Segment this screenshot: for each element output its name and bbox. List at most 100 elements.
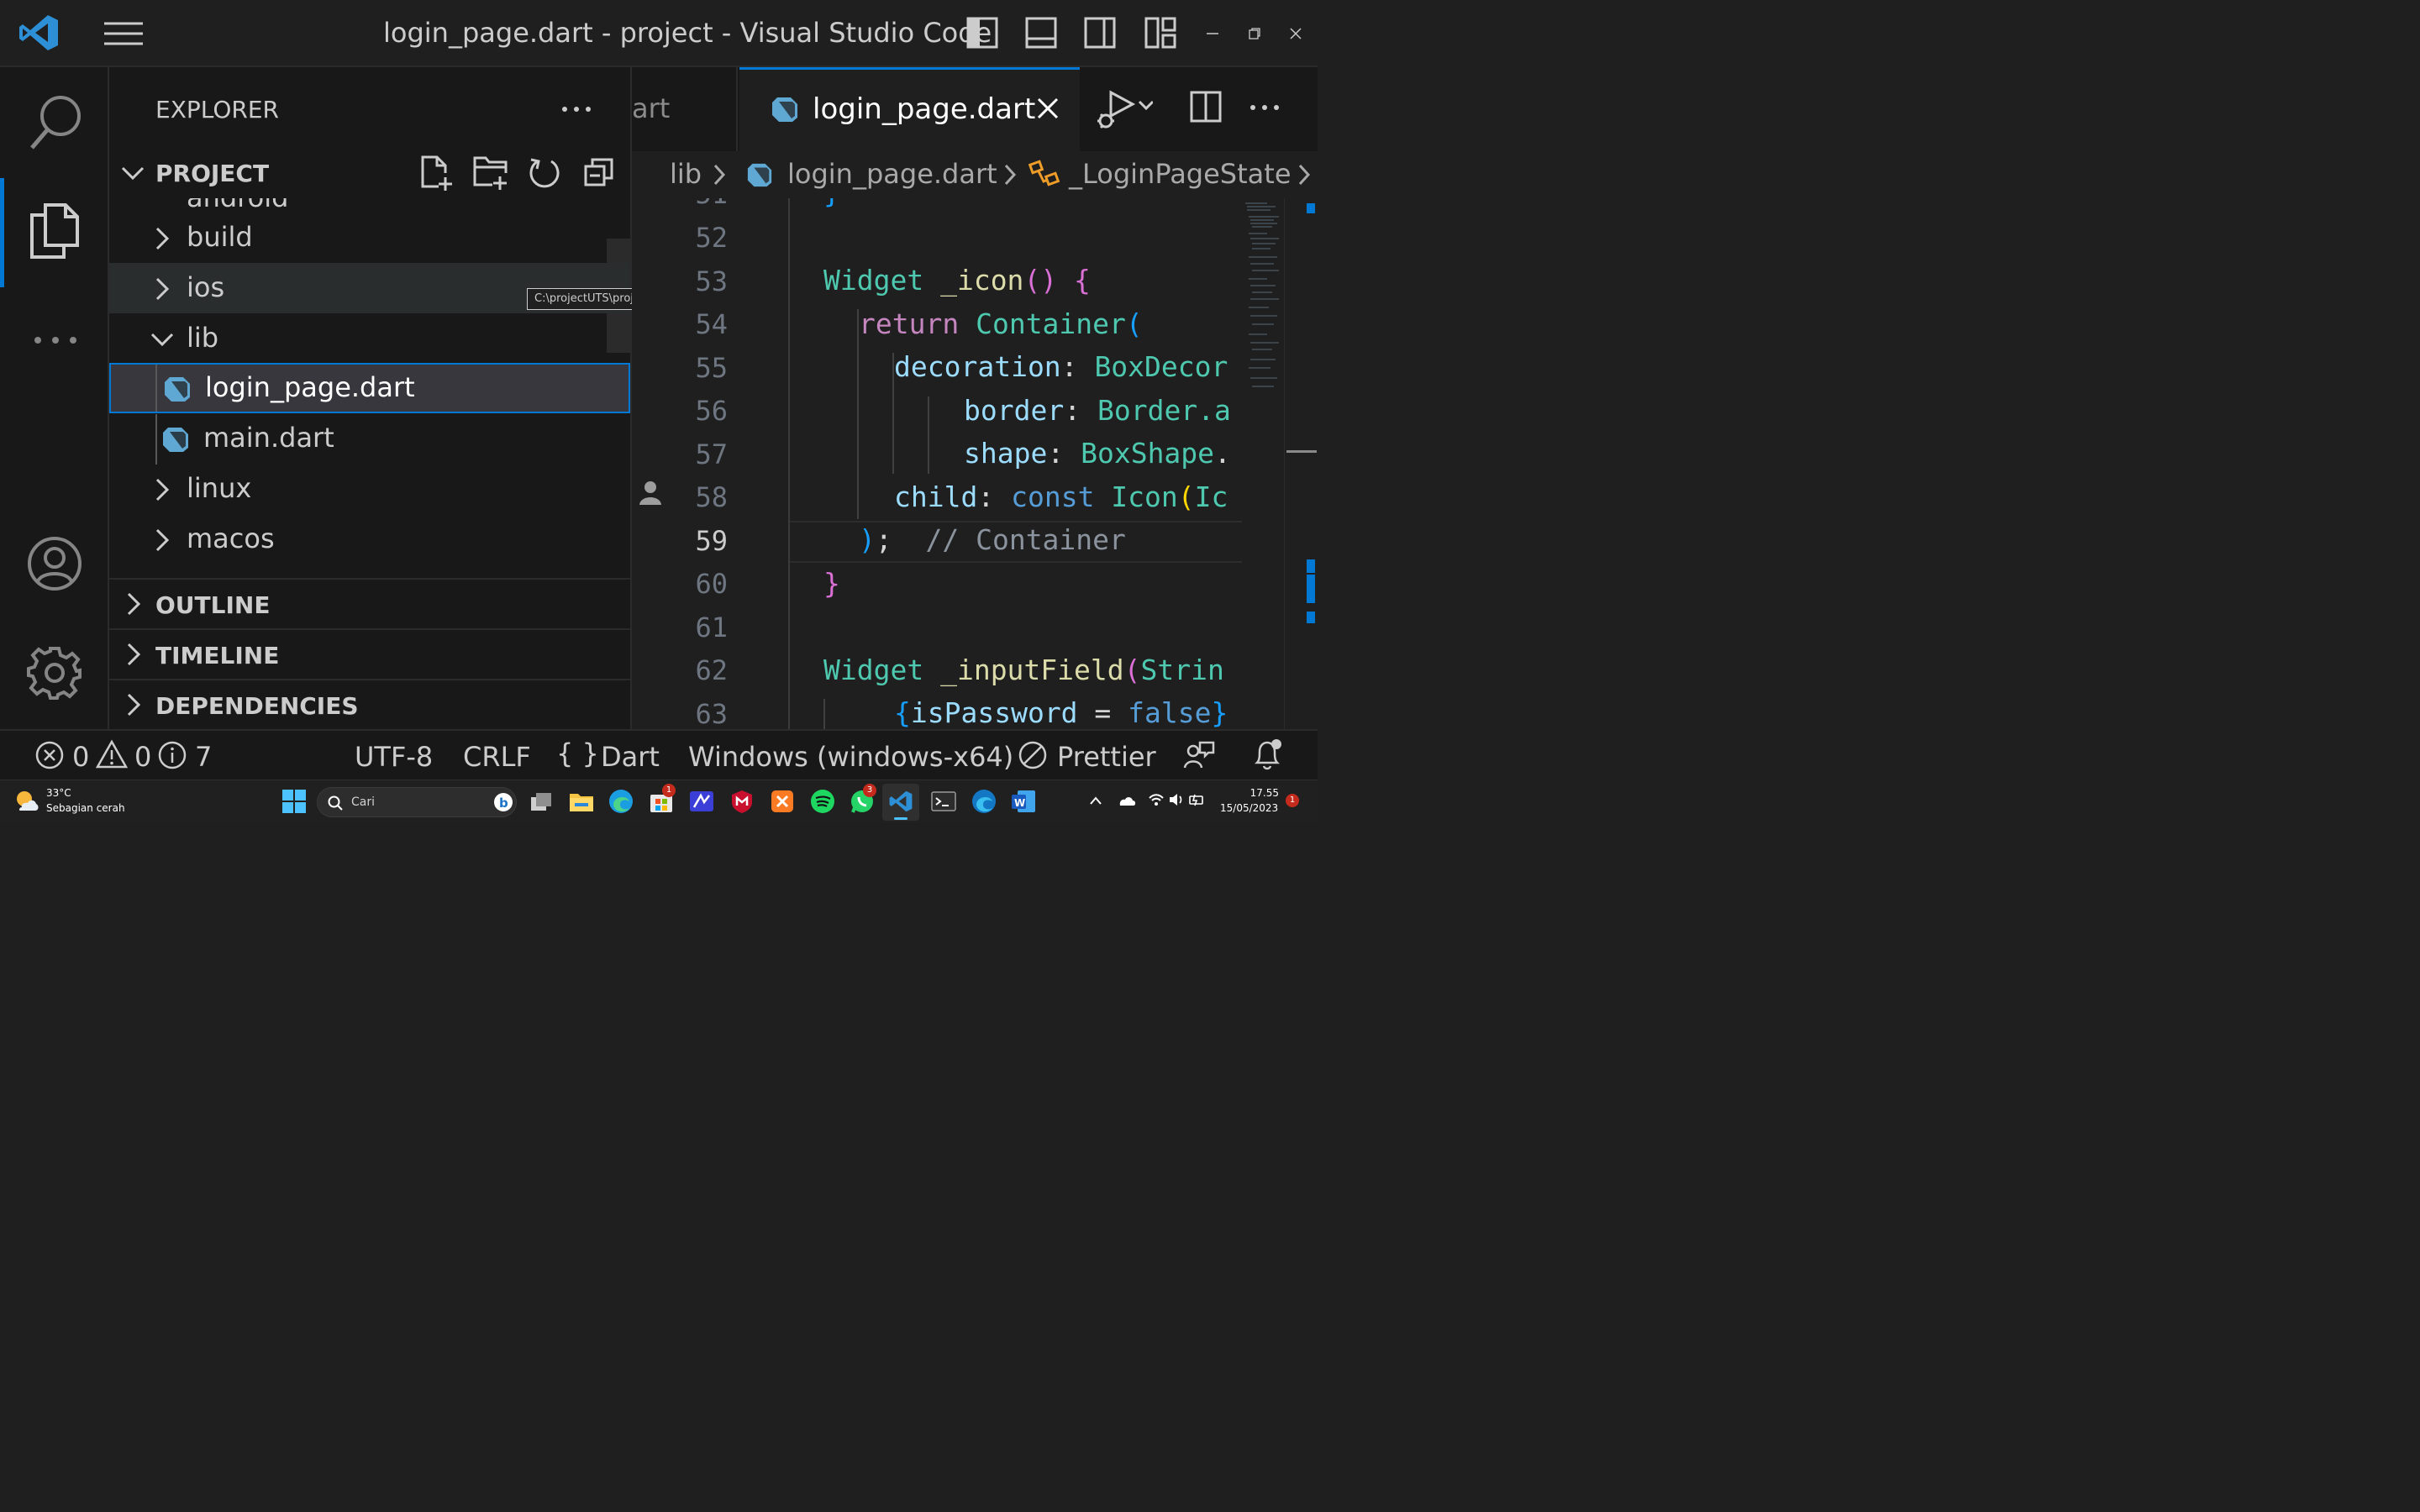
breadcrumb-item[interactable]: lib: [670, 158, 702, 190]
encoding-indicator[interactable]: UTF-8: [355, 741, 433, 773]
code-token: :: [1047, 437, 1081, 470]
close-window-icon[interactable]: [1290, 28, 1302, 39]
wifi-icon[interactable]: [1148, 792, 1165, 807]
code-token: .a: [1197, 394, 1231, 427]
code-token: Ic: [1194, 480, 1228, 513]
toggle-panel-icon[interactable]: [1025, 17, 1057, 49]
explorer-more-icon[interactable]: [561, 106, 592, 113]
xampp-icon[interactable]: [770, 789, 795, 814]
accounts-icon[interactable]: [27, 536, 82, 591]
run-debug-icon[interactable]: [1096, 89, 1153, 131]
split-editor-icon[interactable]: [1190, 91, 1222, 123]
formatter-indicator[interactable]: Prettier: [1057, 741, 1156, 773]
clock-date[interactable]: 15/05/2023: [1220, 802, 1278, 814]
edge-browser-icon[interactable]: [608, 789, 634, 814]
file-explorer-icon[interactable]: [569, 790, 594, 813]
chevron-down-icon: [150, 332, 175, 347]
settings-gear-icon[interactable]: [27, 645, 82, 701]
prettier-disabled-icon[interactable]: [1018, 741, 1047, 769]
tree-folder-build[interactable]: build: [109, 213, 630, 263]
timeline-section-header[interactable]: TIMELINE: [109, 630, 630, 679]
windows-start-icon[interactable]: [282, 790, 306, 813]
chevron-up-icon[interactable]: [1089, 795, 1102, 806]
toggle-primary-sidebar-icon[interactable]: [966, 17, 998, 49]
scrollbar[interactable]: [1284, 198, 1318, 729]
new-folder-icon[interactable]: [472, 155, 509, 192]
edge-dev-icon[interactable]: [971, 789, 997, 814]
fold-guide: [788, 198, 790, 729]
menu-icon[interactable]: [104, 22, 143, 45]
new-file-icon[interactable]: [420, 155, 454, 192]
error-icon[interactable]: [35, 741, 64, 769]
tree-folder-linux[interactable]: linux: [109, 464, 630, 514]
tree-file-login-page[interactable]: login_page.dart: [109, 363, 630, 413]
collapse-all-icon[interactable]: [583, 156, 615, 188]
eol-indicator[interactable]: CRLF: [463, 741, 531, 773]
vscode-taskbar-item[interactable]: [882, 784, 919, 821]
code-editor[interactable]: 51 } 52 53 54 55 56 57 58 59 60 61 62 63…: [632, 198, 1318, 729]
language-mode[interactable]: Dart: [601, 741, 660, 773]
weather-temp[interactable]: 33°C: [46, 787, 71, 799]
battery-charging-icon[interactable]: [1188, 792, 1207, 807]
chevron-right-icon: [126, 591, 141, 617]
tree-label: login_page.dart: [205, 371, 415, 403]
tree-label: macos: [187, 522, 275, 554]
refresh-icon[interactable]: [528, 156, 561, 190]
code-token: Icon: [1094, 480, 1178, 513]
chevron-right-icon: [1297, 163, 1311, 186]
tab-label: art: [632, 92, 671, 124]
taskbar-search[interactable]: Cari b: [317, 787, 517, 817]
word-icon[interactable]: W: [1011, 789, 1036, 814]
feedback-icon[interactable]: [1183, 739, 1215, 771]
platform-indicator[interactable]: Windows (windows-x64): [688, 741, 1013, 773]
more-views-icon[interactable]: [34, 336, 77, 344]
chevron-right-icon: [1003, 163, 1017, 186]
whatsapp-icon[interactable]: 3: [850, 784, 876, 814]
search-icon[interactable]: [29, 94, 84, 151]
error-count[interactable]: 0: [72, 741, 89, 773]
spotify-icon[interactable]: [810, 789, 835, 814]
onedrive-icon[interactable]: [1118, 794, 1136, 807]
editor-more-icon[interactable]: [1249, 104, 1280, 111]
vscode-logo-icon[interactable]: [18, 13, 59, 52]
task-view-icon[interactable]: [529, 790, 553, 814]
restore-icon[interactable]: [1249, 28, 1260, 39]
tab-active-login-page[interactable]: login_page.dart: [739, 67, 1080, 151]
close-tab-icon[interactable]: [1037, 97, 1059, 119]
toggle-secondary-sidebar-icon[interactable]: [1084, 17, 1116, 49]
warning-count[interactable]: 0: [134, 741, 151, 773]
explorer-files-icon[interactable]: [29, 202, 81, 260]
warning-icon[interactable]: [96, 739, 128, 769]
mcafee-icon[interactable]: [729, 789, 755, 814]
weather-icon[interactable]: [13, 789, 40, 814]
notification-badge[interactable]: 1: [1286, 794, 1299, 807]
clock-time[interactable]: 17.55: [1249, 787, 1279, 799]
weather-desc[interactable]: Sebagian cerah: [46, 802, 125, 814]
microsoft-store-icon[interactable]: 1: [649, 784, 676, 814]
app-icon-blue[interactable]: [689, 789, 714, 814]
tree-folder-lib[interactable]: lib: [109, 313, 630, 364]
tree-file-main[interactable]: main.dart: [109, 413, 630, 464]
notifications-bell-icon[interactable]: [1252, 738, 1284, 771]
line-number: 55: [695, 352, 728, 384]
info-icon[interactable]: [158, 741, 187, 769]
volume-icon[interactable]: [1168, 792, 1185, 807]
breadcrumb-item[interactable]: login_page.dart: [787, 158, 997, 190]
customize-layout-icon[interactable]: [1144, 17, 1176, 49]
dependencies-section-header[interactable]: DEPENDENCIES: [109, 680, 630, 729]
project-section-header[interactable]: PROJECT: [109, 151, 630, 198]
language-braces-icon[interactable]: { }: [556, 738, 599, 769]
terminal-icon[interactable]: [931, 789, 956, 814]
minimize-icon[interactable]: [1207, 32, 1218, 35]
minimap[interactable]: [1242, 198, 1284, 729]
cursor-marker: [1286, 450, 1317, 453]
section-label: TIMELINE: [155, 642, 280, 669]
code-token: :: [977, 480, 1012, 513]
tree-folder-macos[interactable]: macos: [109, 514, 630, 564]
info-count[interactable]: 7: [195, 741, 212, 773]
tab-inactive[interactable]: art: [632, 67, 738, 151]
outline-section-header[interactable]: OUTLINE: [109, 580, 630, 628]
breadcrumb-item[interactable]: _LoginPageState: [1069, 158, 1292, 190]
clipped-folder-label: android: [187, 198, 288, 213]
line-number: 53: [695, 265, 728, 297]
